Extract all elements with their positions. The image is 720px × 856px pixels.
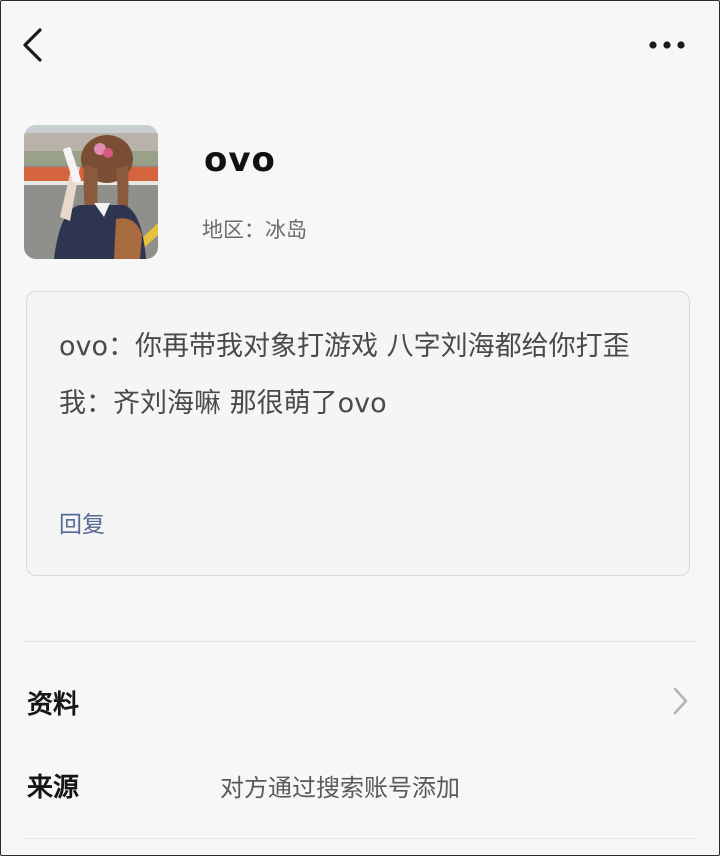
source-label: 来源 [27, 773, 80, 803]
back-button[interactable] [18, 26, 54, 64]
source-row: 来源 对方通过搜索账号添加 [0, 743, 720, 825]
section-divider [24, 641, 696, 642]
message-line-incoming: ovo：你再带我对象打游戏 八字刘海都给你打歪 [59, 331, 630, 362]
chevron-left-icon [23, 28, 42, 62]
message-card: ovo：你再带我对象打游戏 八字刘海都给你打歪 我：齐刘海嘛 那很萌了ovo 回… [26, 291, 690, 576]
profile-info-label: 资料 [27, 690, 80, 720]
chevron-right-icon [673, 687, 688, 715]
avatar-photo [24, 125, 158, 259]
more-options-button[interactable] [646, 32, 690, 58]
message-text: ovo：你再带我对象打游戏 八字刘海都给你打歪 我：齐刘海嘛 那很萌了ovo [59, 318, 669, 432]
source-value: 对方通过搜索账号添加 [220, 774, 460, 802]
bottom-divider [24, 838, 696, 839]
profile-info-row[interactable]: 资料 [0, 660, 720, 742]
message-line-mine: 我：齐刘海嘛 那很萌了ovo [59, 388, 387, 419]
reply-link[interactable]: 回复 [59, 505, 105, 539]
avatar[interactable] [24, 125, 158, 259]
profile-region: 地区：冰岛 [202, 218, 307, 242]
more-dots-icon [649, 41, 685, 49]
profile-name: ovo [204, 140, 276, 180]
